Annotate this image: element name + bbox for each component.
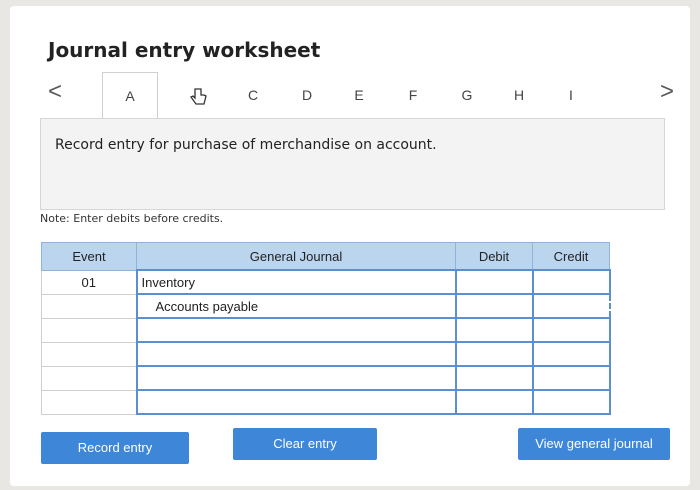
account-input[interactable] — [135, 341, 457, 367]
worksheet-page: Journal entry worksheet < A B C D E F G … — [10, 6, 690, 486]
event-cell: 01 — [41, 269, 137, 295]
header-debit: Debit — [455, 242, 533, 271]
event-cell — [41, 317, 137, 343]
next-arrow-icon[interactable]: > — [652, 78, 682, 106]
clear-entry-button[interactable]: Clear entry — [233, 428, 377, 460]
account-input[interactable] — [135, 365, 457, 391]
header-credit: Credit — [532, 242, 610, 271]
table-row — [41, 365, 611, 391]
record-entry-button[interactable]: Record entry — [41, 432, 189, 464]
tab-f[interactable]: F — [390, 72, 436, 118]
table-row — [41, 341, 611, 367]
credit-input[interactable] — [531, 293, 611, 319]
debit-input[interactable] — [454, 341, 534, 367]
event-cell — [41, 341, 137, 367]
tab-h[interactable]: H — [496, 72, 542, 118]
account-value: Accounts payable — [155, 298, 259, 314]
event-cell — [41, 293, 137, 319]
debit-input[interactable] — [454, 365, 534, 391]
account-input[interactable] — [135, 317, 457, 343]
tab-a[interactable]: A — [102, 72, 158, 120]
table-row: 01 Inventory — [41, 269, 611, 295]
account-input[interactable]: Accounts payable — [135, 293, 457, 319]
credit-input[interactable] — [531, 317, 611, 343]
table-row — [41, 317, 611, 343]
event-cell — [41, 389, 137, 415]
prev-arrow-icon[interactable]: < — [40, 78, 70, 106]
table-row — [41, 389, 611, 415]
tab-g[interactable]: G — [444, 72, 490, 118]
tab-bar: < A B C D E F G H I > — [40, 72, 690, 120]
debit-input[interactable] — [454, 269, 534, 295]
tab-d[interactable]: D — [284, 72, 330, 118]
journal-table: Event General Journal Debit Credit 01 In… — [41, 242, 611, 415]
credit-input[interactable] — [531, 389, 611, 415]
debit-input[interactable] — [454, 293, 534, 319]
page-title: Journal entry worksheet — [48, 38, 321, 62]
header-event: Event — [41, 242, 137, 271]
credit-input[interactable] — [531, 341, 611, 367]
credit-input[interactable] — [531, 365, 611, 391]
debit-input[interactable] — [454, 317, 534, 343]
credit-input[interactable] — [531, 269, 611, 295]
tab-e[interactable]: E — [336, 72, 382, 118]
account-value: Inventory — [141, 274, 195, 290]
event-cell — [41, 365, 137, 391]
header-general-journal: General Journal — [136, 242, 456, 271]
table-row: Accounts payable — [41, 293, 611, 319]
account-input[interactable]: Inventory — [135, 269, 457, 295]
hand-cursor-icon — [190, 88, 207, 105]
tab-c[interactable]: C — [230, 72, 276, 118]
debit-input[interactable] — [454, 389, 534, 415]
entry-description-panel: Record entry for purchase of merchandise… — [40, 118, 665, 210]
view-general-journal-button[interactable]: View general journal — [518, 428, 670, 460]
entry-description: Record entry for purchase of merchandise… — [55, 137, 437, 153]
account-input[interactable] — [135, 389, 457, 415]
tab-i[interactable]: I — [548, 72, 594, 118]
entry-note: Note: Enter debits before credits. — [40, 212, 224, 225]
